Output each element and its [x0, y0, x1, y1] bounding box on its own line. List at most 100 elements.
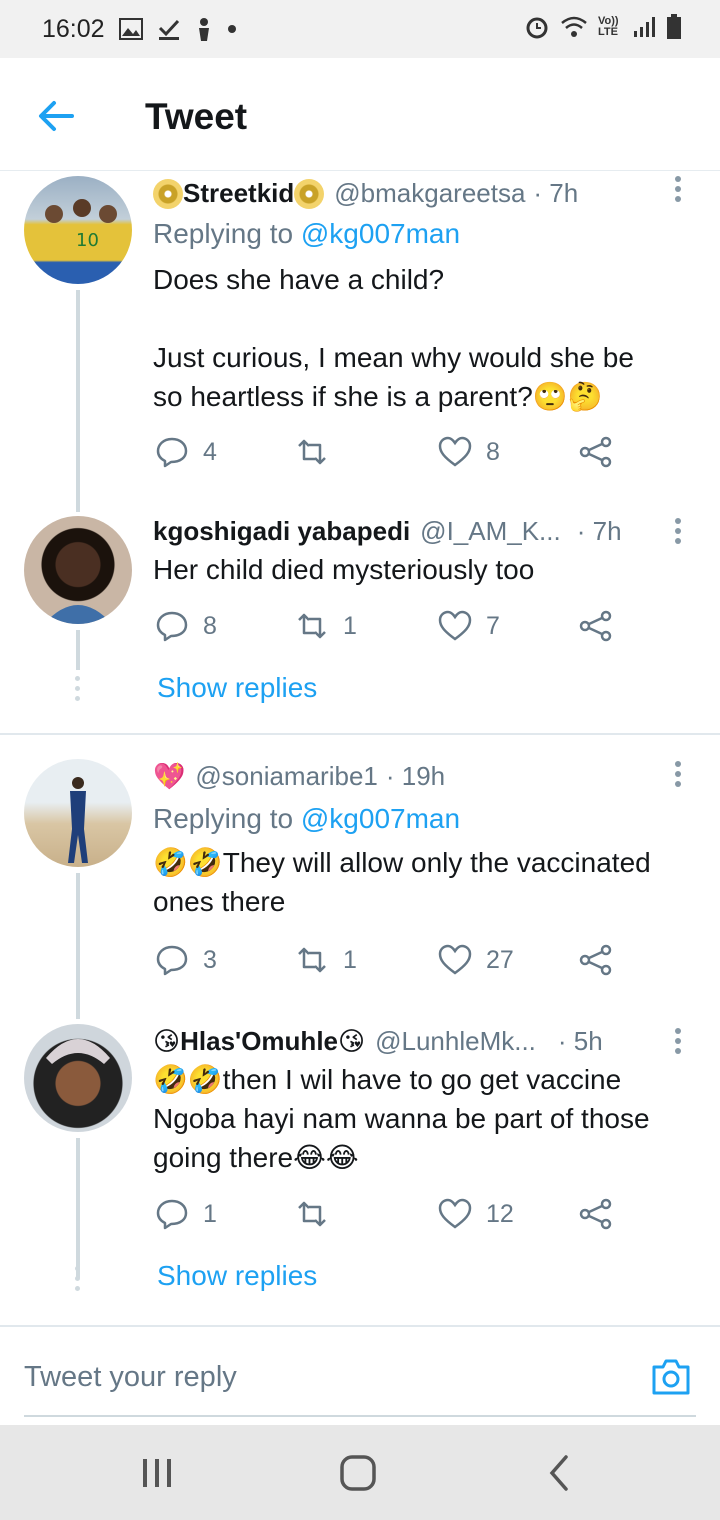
camera-icon[interactable]	[650, 1357, 692, 1397]
tweet-text-line: 🤣🤣then I wil have to go get vaccine	[153, 1064, 622, 1095]
heart-icon	[438, 944, 472, 975]
tweet-meta: 💖 @soniamaribe1 · 19h	[153, 761, 445, 792]
tweet-meta: kgoshigadi yabapedi @I_AM_K... · 7h	[153, 516, 622, 547]
reply-button[interactable]: 8	[155, 609, 217, 643]
mention-link[interactable]: @kg007man	[301, 803, 460, 834]
reply-count: 4	[203, 437, 217, 466]
avatar[interactable]	[24, 759, 132, 867]
like-button[interactable]: 27	[438, 943, 514, 977]
back-icon[interactable]	[538, 1453, 582, 1493]
thread-line	[76, 630, 80, 670]
reply-button[interactable]: 4	[155, 435, 217, 469]
tweet-text: Does she have a child? Just curious, I m…	[153, 260, 693, 416]
home-icon[interactable]	[336, 1453, 380, 1493]
tweet-2[interactable]: kgoshigadi yabapedi @I_AM_K... · 7h Her …	[0, 512, 720, 732]
volte-icon: Vo)) LTE	[598, 15, 619, 38]
thread-line	[76, 290, 80, 512]
handle[interactable]: @I_AM_K...	[420, 516, 561, 547]
like-button[interactable]: 8	[438, 435, 500, 469]
reply-button[interactable]: 1	[155, 1197, 217, 1231]
retweet-button[interactable]	[295, 1197, 343, 1231]
share-icon	[579, 610, 612, 642]
reply-count: 3	[203, 945, 217, 974]
signal-icon	[634, 17, 655, 37]
tweet-text-line: Just curious, I mean why would she be	[153, 342, 634, 373]
display-name[interactable]: 😘Hlas'Omuhle😘	[153, 1026, 365, 1057]
heart-icon	[438, 610, 472, 641]
more-options-icon[interactable]	[670, 176, 686, 206]
thread-divider	[0, 733, 720, 735]
reply-count: 8	[203, 611, 217, 640]
tweet-1[interactable]: 10 Streetkid @bmakgareetsa · 7h Replying…	[0, 172, 720, 512]
check-icon	[158, 19, 179, 40]
avatar[interactable]	[24, 1024, 132, 1132]
retweet-button[interactable]: 1	[295, 943, 357, 977]
display-name[interactable]: 💖	[153, 761, 185, 792]
replying-to: Replying to @kg007man	[153, 218, 460, 250]
tweet-text-line: 🤣🤣They will allow only the vaccinated	[153, 847, 651, 878]
avatar[interactable]	[24, 516, 132, 624]
share-button[interactable]	[579, 1197, 613, 1231]
reply-icon	[156, 945, 188, 976]
show-replies-link[interactable]: Show replies	[157, 672, 317, 704]
tweet-text-line: Does she have a child?	[153, 264, 445, 295]
tweet-text-line: Her child died mysteriously too	[153, 554, 535, 585]
tweet-text-line: going there😂😂	[153, 1142, 359, 1173]
reply-count: 1	[203, 1199, 217, 1228]
heart-icon	[438, 436, 472, 467]
more-options-icon[interactable]	[670, 518, 686, 548]
more-options-icon[interactable]	[670, 761, 686, 791]
handle[interactable]: @LunhleMk...	[375, 1026, 536, 1057]
share-button[interactable]	[579, 435, 613, 469]
retweet-button[interactable]: 1	[295, 609, 357, 643]
reply-input-underline	[24, 1415, 696, 1417]
display-name[interactable]: kgoshigadi yabapedi	[153, 516, 410, 547]
gallery-icon	[118, 18, 143, 40]
like-button[interactable]: 7	[438, 609, 500, 643]
retweet-button[interactable]	[295, 435, 343, 469]
like-button[interactable]: 12	[438, 1197, 514, 1231]
like-count: 8	[486, 437, 500, 466]
handle[interactable]: @bmakgareetsa	[334, 178, 525, 209]
recent-apps-icon[interactable]	[135, 1453, 179, 1493]
tweet-4[interactable]: 😘Hlas'Omuhle😘 @LunhleMk... · 5h 🤣🤣then I…	[0, 1022, 720, 1312]
tweet-text-line: so heartless if she is a parent?🙄🤔	[153, 381, 603, 412]
share-icon	[579, 436, 612, 468]
status-time: 16:02	[42, 14, 105, 43]
avatar[interactable]: 10	[24, 176, 132, 284]
wifi-icon	[561, 16, 587, 37]
retweet-icon	[298, 613, 326, 639]
replying-prefix: Replying to	[153, 803, 301, 834]
share-icon	[579, 944, 612, 976]
share-button[interactable]	[579, 943, 613, 977]
status-bar: 16:02 Vo)) LTE	[0, 0, 720, 58]
page-title: Tweet	[145, 96, 248, 137]
more-options-icon[interactable]	[670, 1028, 686, 1058]
retweet-count: 1	[343, 611, 357, 640]
back-arrow-icon[interactable]	[36, 96, 76, 136]
replying-prefix: Replying to	[153, 218, 301, 249]
alarm-icon	[526, 17, 548, 39]
timestamp: · 5h	[557, 1026, 603, 1056]
show-replies-link[interactable]: Show replies	[157, 1260, 317, 1292]
share-button[interactable]	[579, 609, 613, 643]
thread-dots	[74, 1266, 82, 1296]
reply-icon	[156, 1199, 188, 1230]
display-name[interactable]: Streetkid	[183, 178, 294, 209]
thread-line	[76, 1138, 80, 1278]
svg-text:10: 10	[76, 230, 99, 251]
reply-input[interactable]: Tweet your reply	[24, 1361, 237, 1394]
timestamp: · 19h	[385, 761, 446, 791]
tweet-text: Her child died mysteriously too	[153, 550, 693, 589]
reply-icon	[156, 611, 188, 642]
person-icon	[198, 18, 209, 41]
tweet-3[interactable]: 💖 @soniamaribe1 · 19h Replying to @kg007…	[0, 757, 720, 1019]
handle[interactable]: @soniamaribe1	[195, 761, 377, 792]
like-count: 7	[486, 611, 500, 640]
reply-button[interactable]: 3	[155, 943, 217, 977]
reply-icon	[156, 437, 188, 468]
mention-link[interactable]: @kg007man	[301, 218, 460, 249]
tweet-actions: 1 12	[155, 1197, 625, 1237]
app-header: Tweet	[0, 58, 720, 171]
tweet-meta: Streetkid @bmakgareetsa · 7h	[153, 178, 578, 209]
